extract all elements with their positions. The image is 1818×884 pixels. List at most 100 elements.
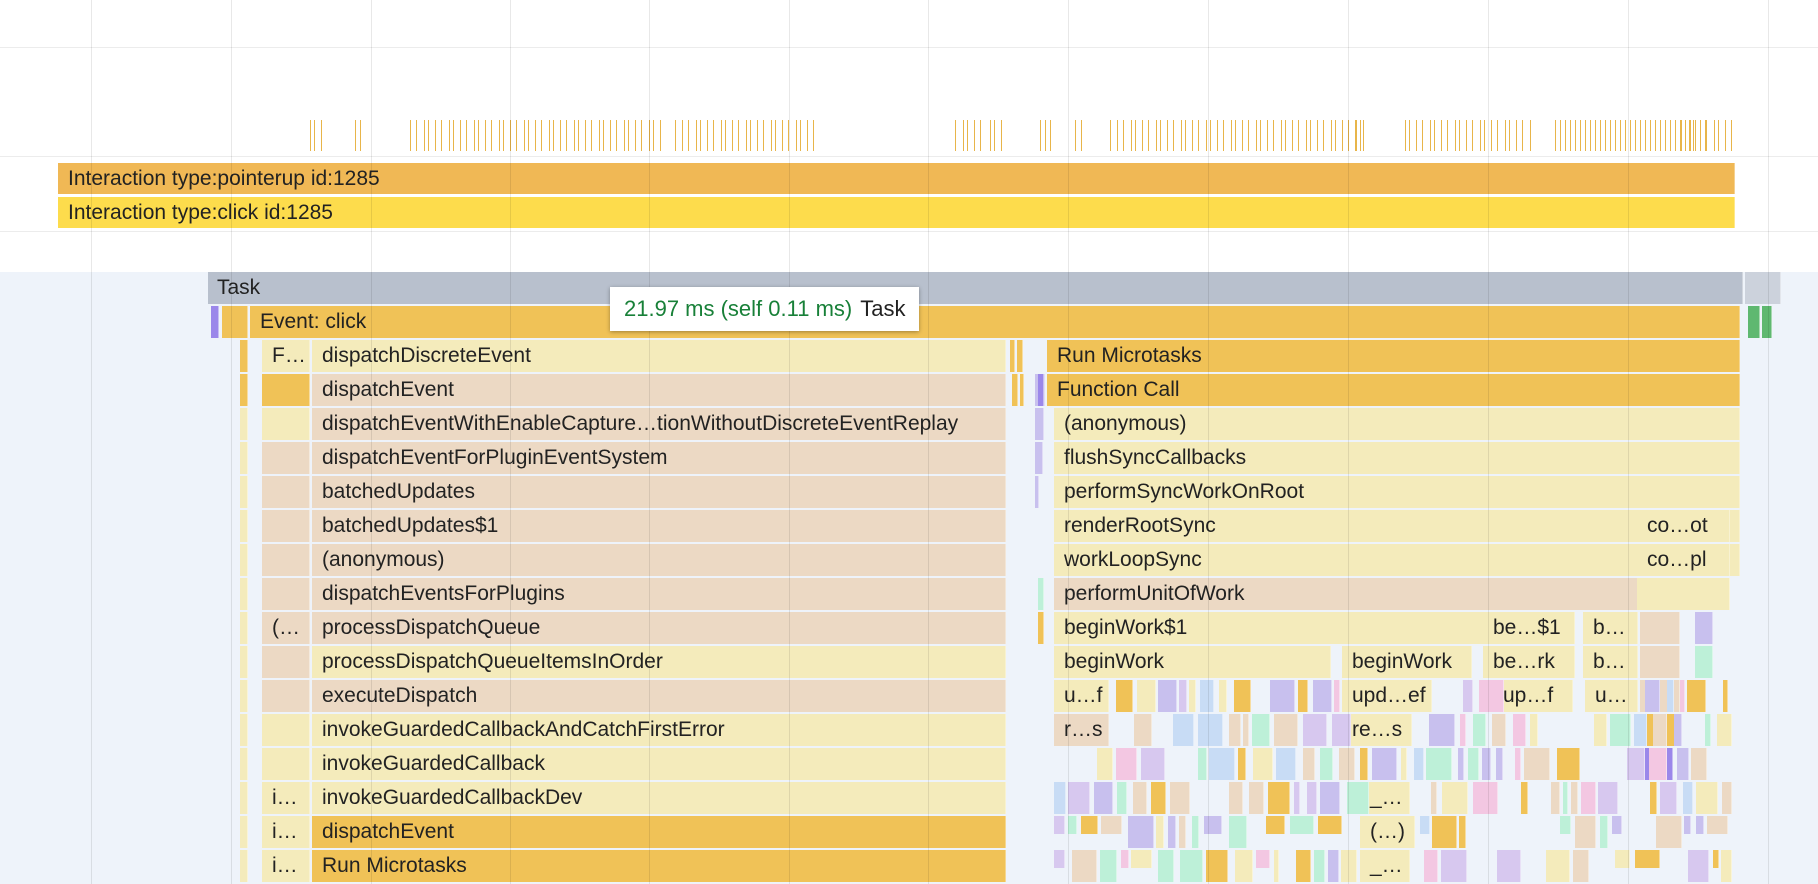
stack-sliver[interactable] <box>1017 340 1023 372</box>
deep-stack-frame[interactable] <box>1496 748 1503 780</box>
deep-stack-frame[interactable] <box>1687 680 1706 712</box>
deep-stack-frame[interactable] <box>1581 782 1596 814</box>
left-stack-frame[interactable]: processDispatchQueue <box>312 612 1006 644</box>
deep-stack-frame[interactable] <box>1219 680 1227 712</box>
right-frame-under2[interactable]: _… <box>1360 850 1410 882</box>
deep-stack-frame[interactable] <box>1200 680 1214 712</box>
deep-stack-frame[interactable] <box>1296 850 1311 882</box>
deep-stack-frame[interactable] <box>1557 748 1580 780</box>
stack-sliver[interactable] <box>1035 442 1043 474</box>
deep-stack-frame[interactable] <box>1198 748 1207 780</box>
deep-stack-frame[interactable] <box>1627 748 1645 780</box>
deep-stack-frame[interactable] <box>1598 782 1618 814</box>
deep-stack-frame[interactable] <box>1650 782 1657 814</box>
deep-stack-frame[interactable] <box>1313 680 1332 712</box>
left-frame-i2[interactable]: i… <box>262 816 310 848</box>
stack-sliver[interactable] <box>1010 340 1015 372</box>
deep-stack-frame[interactable] <box>1688 850 1709 882</box>
deep-stack-frame[interactable] <box>1192 816 1199 848</box>
deep-stack-frame[interactable] <box>1116 748 1137 780</box>
deep-stack-frame[interactable] <box>1204 816 1222 834</box>
interaction-pointerup[interactable]: Interaction type:pointerup id:1285 <box>58 163 1735 194</box>
right-stack-frame[interactable]: performSyncWorkOnRoot <box>1054 476 1740 508</box>
stack-sliver[interactable] <box>1012 374 1018 406</box>
deep-stack-frame[interactable] <box>1432 816 1457 848</box>
deep-stack-frame[interactable] <box>1206 850 1228 882</box>
deep-stack-frame[interactable] <box>1521 782 1528 814</box>
left-stack-frame[interactable]: dispatchEventsForPlugins <box>312 578 1006 610</box>
right-stack-frame[interactable]: performUnitOfWork <box>1054 578 1639 610</box>
deep-stack-frame[interactable] <box>1094 782 1113 814</box>
deep-stack-frame[interactable] <box>1133 782 1147 814</box>
deep-stack-frame[interactable] <box>1137 680 1156 712</box>
deep-stack-frame[interactable] <box>1320 782 1340 814</box>
deep-stack-frame[interactable] <box>1482 748 1491 780</box>
right-frame-b-b[interactable]: b… <box>1583 646 1638 678</box>
left-stack-frame[interactable]: Run Microtasks <box>312 850 1006 882</box>
deep-stack-frame[interactable] <box>1173 714 1194 746</box>
deep-stack-frame[interactable] <box>1249 782 1264 814</box>
deep-stack-frame[interactable] <box>1290 816 1314 834</box>
deep-stack-frame[interactable] <box>1645 680 1660 712</box>
right-sliver[interactable] <box>1695 612 1713 644</box>
right-frame-u-f[interactable]: u…f <box>1054 680 1109 712</box>
deep-stack-frame[interactable] <box>1054 816 1065 834</box>
deep-stack-frame[interactable] <box>1334 680 1340 712</box>
right-frame-co-ot[interactable]: co…ot <box>1637 510 1730 542</box>
deep-stack-frame[interactable] <box>1468 748 1479 780</box>
deep-stack-frame[interactable] <box>1696 782 1718 814</box>
deep-stack-frame[interactable] <box>1615 850 1630 868</box>
deep-stack-frame[interactable] <box>1426 748 1452 780</box>
deep-stack-frame[interactable] <box>1131 850 1152 868</box>
deep-stack-frame[interactable] <box>1680 680 1685 712</box>
deep-stack-frame[interactable] <box>1198 714 1223 746</box>
interaction-click[interactable]: Interaction type:click id:1285 <box>58 197 1735 228</box>
deep-stack-frame[interactable] <box>1524 748 1550 780</box>
right-frame-be-1[interactable]: be…$1 <box>1483 612 1575 644</box>
deep-stack-frame[interactable] <box>1360 748 1368 780</box>
left-stack-sliver[interactable] <box>240 680 248 712</box>
deep-stack-frame[interactable] <box>1101 816 1122 834</box>
deep-stack-frame[interactable] <box>1691 748 1707 780</box>
left-stack-sliver[interactable] <box>262 374 310 406</box>
deep-stack-frame[interactable] <box>1117 782 1127 814</box>
right-stack-frame[interactable]: Run Microtasks <box>1047 340 1740 372</box>
left-stack-sliver[interactable] <box>240 714 248 746</box>
deep-stack-frame[interactable] <box>1134 714 1152 746</box>
deep-stack-frame[interactable] <box>1674 714 1682 746</box>
left-stack-frame[interactable]: dispatchEventForPluginEventSystem <box>312 442 1006 474</box>
left-stack-sliver[interactable] <box>262 476 310 508</box>
deep-stack-frame[interactable] <box>1339 748 1355 780</box>
deep-stack-frame[interactable] <box>1252 714 1270 746</box>
left-stack-sliver[interactable] <box>240 578 248 610</box>
left-stack-sliver[interactable] <box>240 408 248 440</box>
deep-stack-frame[interactable] <box>1266 816 1285 834</box>
deep-stack-frame[interactable] <box>1276 748 1296 780</box>
deep-stack-frame[interactable] <box>1243 714 1249 746</box>
deep-stack-frame[interactable] <box>1705 714 1711 746</box>
deep-stack-frame[interactable] <box>1235 850 1253 882</box>
left-stack-sliver[interactable] <box>240 646 248 678</box>
deep-stack-frame[interactable] <box>1722 782 1732 814</box>
deep-stack-frame[interactable] <box>1442 782 1468 814</box>
deep-stack-frame[interactable] <box>1696 816 1704 834</box>
left-stack-sliver[interactable] <box>240 442 248 474</box>
right-sliver[interactable] <box>1695 646 1713 678</box>
deep-stack-frame[interactable] <box>1328 850 1339 882</box>
left-stack-sliver[interactable] <box>262 510 310 542</box>
deep-stack-frame[interactable] <box>1560 816 1571 834</box>
deep-stack-frame[interactable] <box>1179 680 1187 712</box>
left-stack-frame[interactable]: invokeGuardedCallbackAndCatchFirstError <box>312 714 1006 746</box>
deep-stack-frame[interactable] <box>1229 782 1243 814</box>
deep-stack-frame[interactable] <box>1294 782 1300 814</box>
deep-stack-frame[interactable] <box>1420 816 1430 834</box>
left-stack-sliver[interactable] <box>262 680 310 712</box>
right-frame-beginwork-a[interactable]: beginWork <box>1054 646 1331 678</box>
right-frame-b-a[interactable]: b… <box>1583 612 1638 644</box>
deep-stack-frame[interactable] <box>1424 850 1438 882</box>
right-frame-up-f[interactable]: up…f <box>1493 680 1573 712</box>
left-frame-paren[interactable]: (… <box>262 612 310 644</box>
task-bar[interactable]: Task <box>208 272 1743 304</box>
deep-stack-frame[interactable] <box>1238 748 1246 780</box>
deep-stack-frame[interactable] <box>1707 816 1728 834</box>
